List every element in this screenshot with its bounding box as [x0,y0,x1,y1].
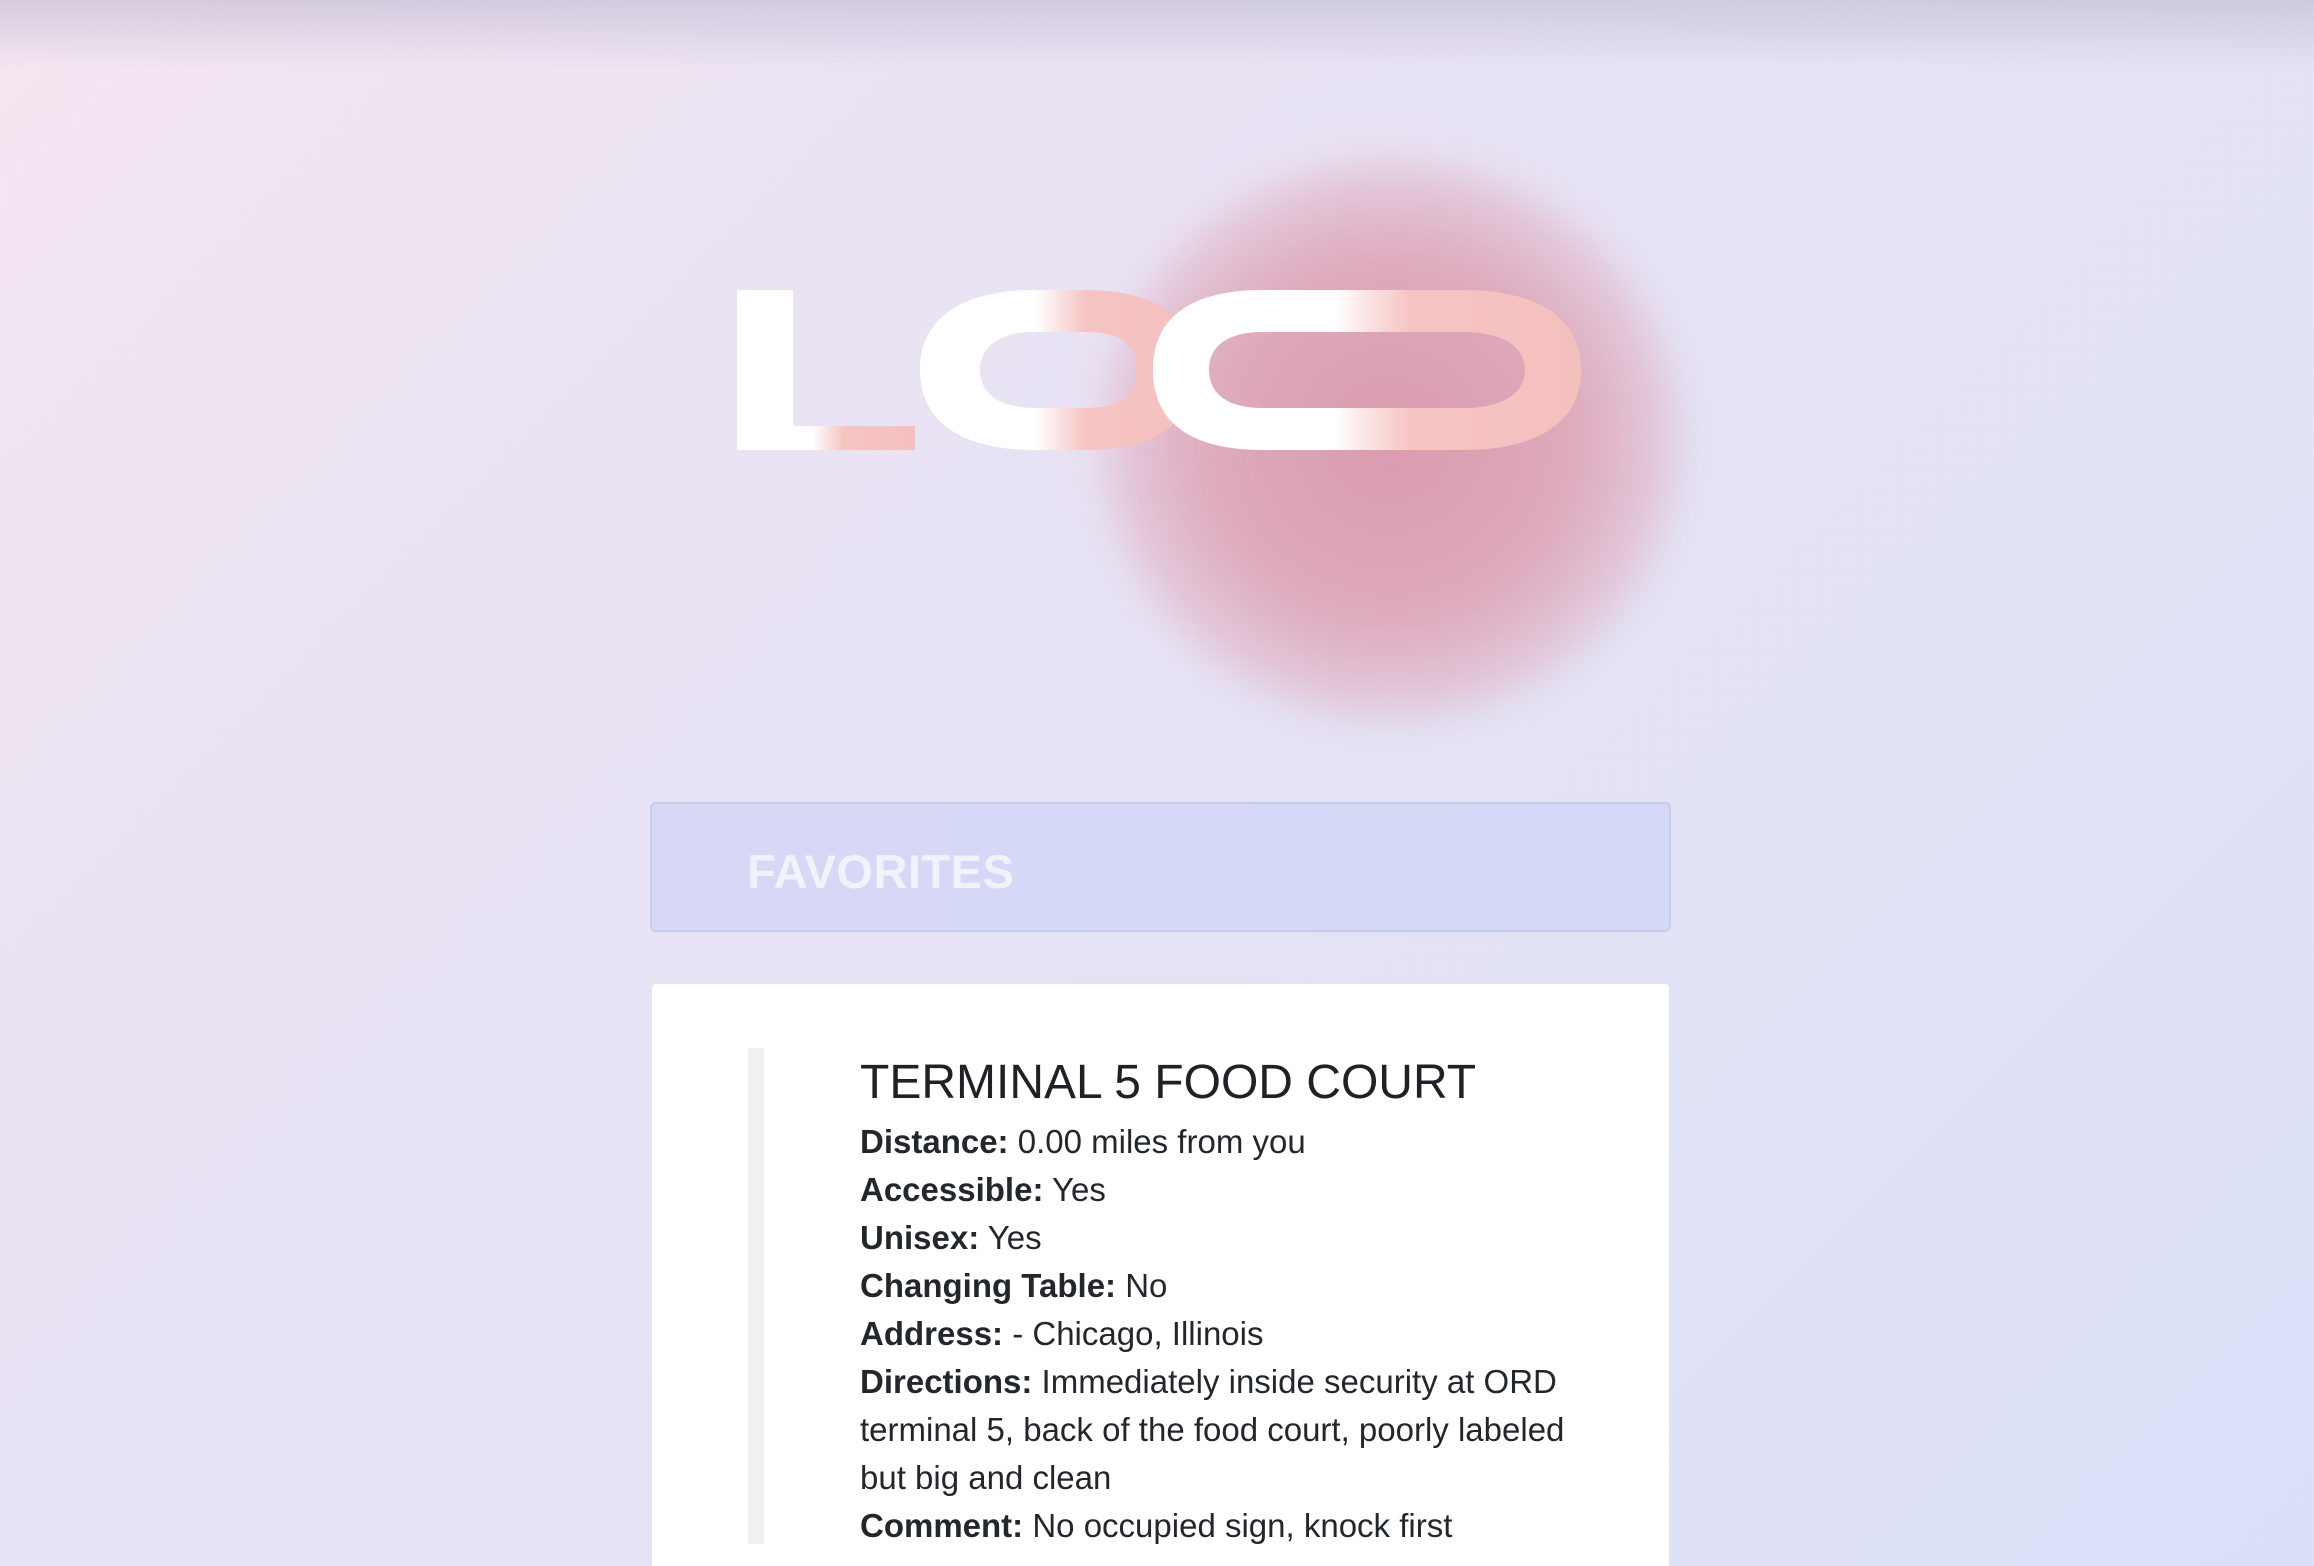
distance-label: Distance: [860,1123,1009,1160]
card-accent-bar [748,1048,764,1544]
address-value: - Chicago, Illinois [1012,1315,1264,1352]
favorites-title: FAVORITES [747,845,1015,898]
comment-label: Comment: [860,1507,1024,1544]
address-label: Address: [860,1315,1004,1352]
loo-logo [735,278,1585,458]
address-row: Address: - Chicago, Illinois [860,1310,1600,1358]
changing-table-row: Changing Table: No [860,1262,1600,1310]
accessible-label: Accessible: [860,1171,1044,1208]
changing-table-label: Changing Table: [860,1267,1117,1304]
directions-row: Directions: Immediately inside security … [860,1358,1600,1502]
favorite-card[interactable]: TERMINAL 5 FOOD COURT Distance: 0.00 mil… [650,982,1671,1566]
accessible-row: Accessible: Yes [860,1166,1600,1214]
favorites-header: FAVORITES [650,802,1671,932]
listing-title: TERMINAL 5 FOOD COURT [860,1056,1477,1109]
unisex-value: Yes [987,1219,1042,1256]
changing-table-value: No [1125,1267,1168,1304]
distance-value: 0.00 miles from you [1017,1123,1306,1160]
comment-row: Comment: No occupied sign, knock first [860,1502,1600,1550]
directions-label: Directions: [860,1363,1033,1400]
top-shadow [0,0,2314,70]
unisex-label: Unisex: [860,1219,980,1256]
comment-value: No occupied sign, knock first [1032,1507,1453,1544]
distance-row: Distance: 0.00 miles from you [860,1118,1600,1166]
unisex-row: Unisex: Yes [860,1214,1600,1262]
accessible-value: Yes [1052,1171,1106,1208]
card-body: TERMINAL 5 FOOD COURT Distance: 0.00 mil… [860,1054,1600,1550]
